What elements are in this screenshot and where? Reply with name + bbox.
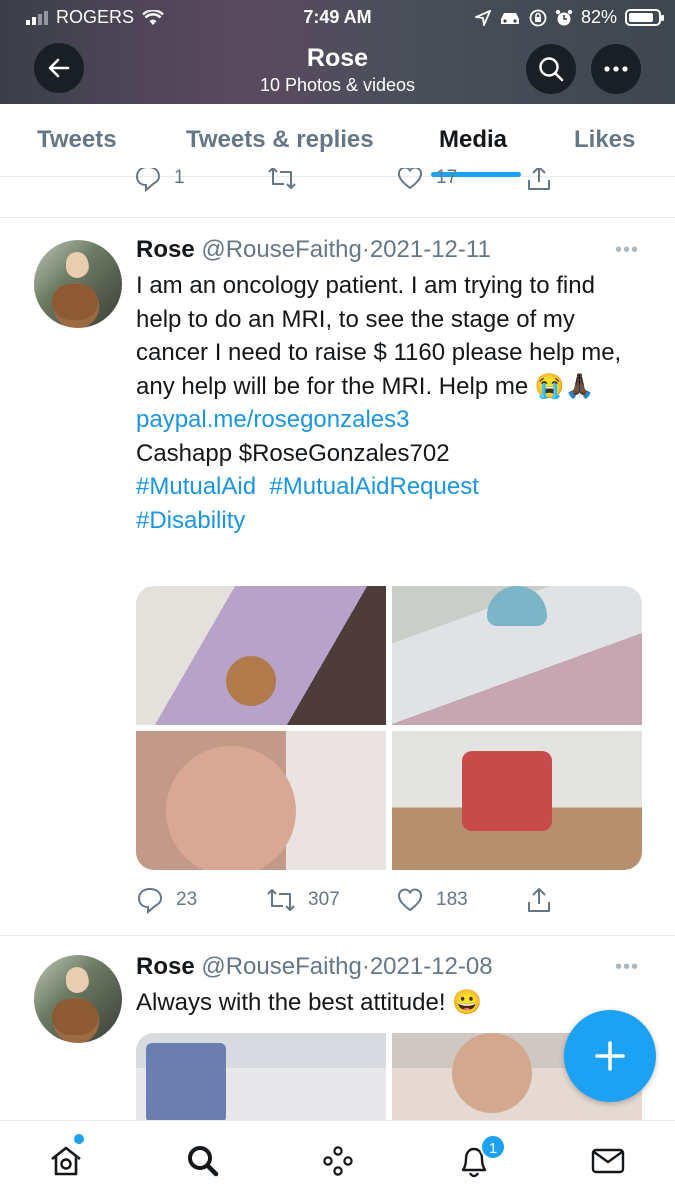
tab-tweets[interactable]: Tweets: [37, 126, 117, 154]
tweet-photo[interactable]: [136, 1033, 386, 1120]
share-icon: [528, 168, 550, 190]
tab-likes[interactable]: Likes: [574, 126, 635, 154]
heart-icon: [397, 888, 423, 912]
reply-icon: [135, 168, 161, 192]
tweet-author-handle: @RouseFaithg: [201, 236, 362, 263]
tweet-header: Rose @RouseFaithg·2021-12-11: [136, 236, 491, 263]
search-icon: [539, 57, 564, 82]
hashtag-link[interactable]: #MutualAid: [136, 473, 256, 500]
tab-tweets-and-replies[interactable]: Tweets & replies: [186, 126, 374, 154]
tweet-body: I am an oncology patient. I am trying to…: [136, 269, 641, 537]
tweet-date: 2021-12-11: [369, 236, 491, 263]
tweet-author-name[interactable]: Rose: [136, 236, 195, 263]
tweet-media-grid: [136, 586, 642, 870]
like-button[interactable]: 183: [396, 886, 468, 914]
tweet-photo[interactable]: [136, 586, 386, 725]
battery-percent: 82%: [580, 7, 617, 27]
profile-tabs: Tweets Tweets & replies Media Likes: [0, 104, 675, 177]
status-bar: ROGERS 7:49 AM 82%: [0, 6, 675, 30]
previous-tweet-actions: 1 17: [0, 168, 675, 218]
retweet-count: 307: [308, 889, 340, 910]
more-icon: [604, 66, 628, 72]
profile-header: ROGERS 7:49 AM 82% Rose 10 Photos & vide…: [0, 0, 675, 104]
reply-icon: [137, 887, 163, 914]
spaces-icon: [323, 1146, 353, 1176]
tweet-text: Always with the best attitude! 😀: [136, 989, 483, 1016]
retweet-icon: [267, 889, 295, 911]
reply-count: 1: [174, 168, 185, 188]
home-new-content-dot: [74, 1134, 84, 1144]
tweet-photo[interactable]: [392, 586, 642, 725]
share-button[interactable]: [526, 886, 552, 914]
heart-icon: [397, 168, 423, 190]
tweet-more-button[interactable]: •••: [615, 956, 639, 979]
hashtag-link[interactable]: #Disability: [136, 504, 641, 538]
messages-icon: [591, 1148, 625, 1174]
nav-home[interactable]: [46, 1141, 86, 1181]
tweet-author-name[interactable]: Rose: [136, 953, 195, 980]
alarm-icon: [555, 9, 573, 25]
car-icon: [500, 12, 519, 24]
search-icon: [188, 1146, 219, 1177]
tweet[interactable]: Rose @RouseFaithg·2021-12-11 ••• I am an…: [0, 219, 675, 936]
avatar[interactable]: [34, 955, 122, 1043]
like-button[interactable]: 17: [396, 168, 457, 192]
tweet-photo[interactable]: [136, 731, 386, 870]
tweet-photo[interactable]: [392, 731, 642, 870]
more-options-button[interactable]: [591, 44, 641, 94]
nav-search[interactable]: [183, 1141, 223, 1181]
bottom-navigation: [0, 1120, 675, 1200]
share-icon: [528, 888, 550, 912]
reply-button[interactable]: 23: [136, 886, 197, 914]
share-button[interactable]: [526, 168, 552, 192]
compose-tweet-button[interactable]: [564, 1010, 656, 1102]
tweet-date: 2021-12-08: [369, 953, 493, 980]
tweet-author-handle: @RouseFaithg: [201, 953, 362, 980]
tweet-header: Rose @RouseFaithg·2021-12-08: [136, 953, 493, 980]
tweet-more-button[interactable]: •••: [615, 239, 639, 262]
home-icon: [51, 1146, 81, 1176]
tab-media[interactable]: Media: [439, 126, 507, 154]
tweet-cashapp-text: Cashapp $RoseGonzales702: [136, 439, 450, 467]
search-button[interactable]: [526, 44, 576, 94]
notifications-badge: 1: [480, 1134, 506, 1160]
like-count: 17: [436, 168, 458, 188]
tweet-link[interactable]: paypal.me/rosegonzales3: [136, 403, 641, 437]
retweet-button[interactable]: 307: [266, 886, 340, 914]
nav-spaces[interactable]: [318, 1141, 358, 1181]
location-icon: [474, 9, 491, 26]
reply-button[interactable]: 1: [134, 168, 185, 192]
retweet-button[interactable]: [267, 168, 297, 192]
like-count: 183: [436, 889, 468, 910]
plus-icon: [595, 1041, 625, 1071]
retweet-icon: [268, 168, 296, 189]
hashtag-link[interactable]: #MutualAidRequest: [269, 473, 478, 500]
tweet-text: I am an oncology patient. I am trying to…: [136, 272, 622, 400]
nav-messages[interactable]: [588, 1141, 628, 1181]
orientation-lock-icon: [529, 9, 547, 26]
battery-icon: [625, 9, 664, 26]
reply-count: 23: [176, 889, 198, 910]
avatar[interactable]: [34, 240, 122, 328]
